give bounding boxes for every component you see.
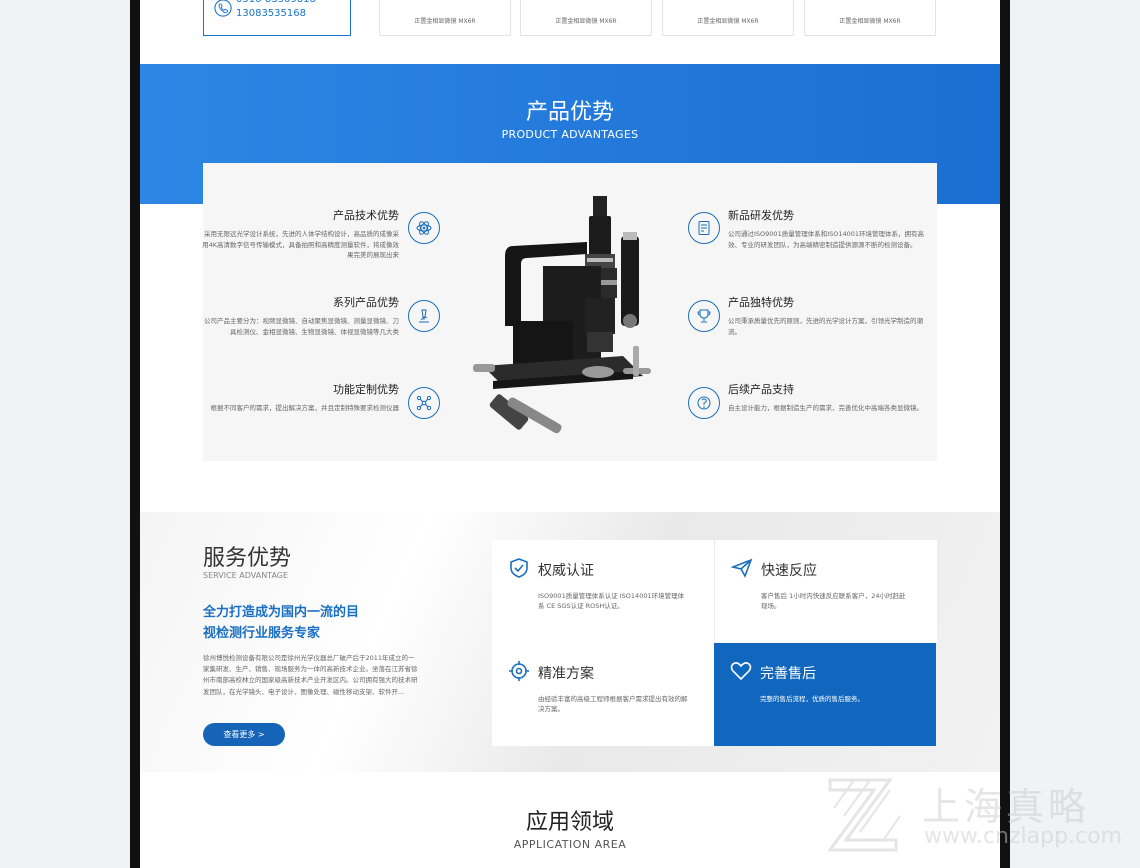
heart-icon [730, 662, 752, 681]
service-title: 服务优势 [203, 546, 292, 571]
product-card[interactable]: 正置金相显微镜 MX6R [520, 0, 652, 36]
advantage-text: 自主设计能力，根据制造生产的需求，完善优化中高端各类显微镜。 [728, 404, 923, 412]
advantage-title: 产品技术优势 [333, 209, 399, 222]
service-card[interactable]: 快速反应 客户售后 1小时内快速反应联系客户，24小时赶赴现场。 [715, 540, 937, 643]
paper-plane-icon [731, 558, 753, 578]
service-card-title: 权威认证 [538, 563, 594, 579]
service-card-text: 完整的售后流程，优质的售后服务。 [760, 695, 864, 703]
page: 0516-83309818 13083535168 正置金相显微镜 MX6R 正… [140, 0, 1000, 868]
product-card[interactable]: 正置金相显微镜 MX6R [662, 0, 794, 36]
advantage-title: 产品独特优势 [728, 296, 794, 309]
microscope-product-image [473, 196, 651, 434]
product-card[interactable]: 正置金相显微镜 MX6R [804, 0, 936, 36]
service-headline-line: 视检测行业服务专家 [203, 626, 321, 641]
product-card-label: 正置金相显微镜 MX6R [697, 18, 759, 25]
microscope-icon [408, 300, 440, 332]
service-card-text: 客户售后 1小时内快速反应联系客户，24小时赶赴现场。 [761, 592, 906, 610]
advantage-item: 功能定制优势 根据不同客户的需求，提出解决方案，并且定制特殊要求检测仪器 [199, 381, 400, 414]
advantage-title: 新品研发优势 [728, 209, 794, 222]
service-card-active[interactable]: 完善售后 完整的售后流程，优质的售后服务。 [714, 643, 936, 746]
phone-icon [214, 0, 232, 17]
watermark: 上海真略 www.cnzlapp.com [826, 776, 1126, 856]
service-headline-line: 全力打造成为国内一流的目 [203, 605, 360, 620]
product-card-label: 正置金相显微镜 MX6R [414, 18, 476, 25]
service-description: 徐州博悦检测设备有限公司是徐州光学仪器总厂破产后于2011年成立的一家集研发、生… [203, 654, 418, 696]
service-card-title: 快速反应 [761, 563, 817, 579]
service-card-title: 精准方案 [538, 666, 594, 682]
network-icon [408, 387, 440, 419]
product-card-label: 正置金相显微镜 MX6R [839, 18, 901, 25]
target-icon [509, 661, 529, 681]
advantage-text: 公司产品主要分为：视频显微镜、自动聚焦显微镜、测量显微镜、刀具检测仪、金相显微镜… [204, 317, 399, 336]
advantage-item: 产品独特优势 公司秉承质量优先的原则，先进的光学设计方案，引领光学制造的潮流。 [728, 294, 928, 337]
advantage-item: 新品研发优势 公司通过ISO9001质量管理体系和ISO14001环境管理体系，… [728, 207, 928, 250]
service-card-text: 由经验丰富的高级工程师根据客户需求提出有效的解决方案。 [538, 695, 688, 713]
advantage-item: 产品技术优势 采用无限远光学设计系统，先进的人体学结构设计，高品质的成像采用4K… [199, 207, 399, 261]
advantage-text: 公司通过ISO9001质量管理体系和ISO14001环境管理体系，拥有高效、专业… [728, 230, 925, 249]
service-subtitle: SERVICE ADVANTAGE [203, 571, 289, 580]
advantage-text: 公司秉承质量优先的原则，先进的光学设计方案，引领光学制造的潮流。 [728, 317, 923, 336]
contact-phones: 0516-83309818 13083535168 [236, 0, 316, 21]
product-card[interactable]: 正置金相显微镜 MX6R [379, 0, 511, 36]
advantage-title: 功能定制优势 [333, 383, 399, 396]
phone-number[interactable]: 0516-83309818 [236, 0, 316, 7]
advantage-text: 采用无限远光学设计系统，先进的人体学结构设计，高品质的成像采用4K高清数字信号传… [202, 230, 399, 259]
advantage-item: 后续产品支持 自主设计能力，根据制造生产的需求，完善优化中高端各类显微镜。 [728, 381, 928, 414]
service-card[interactable]: 精准方案 由经验丰富的高级工程师根据客户需求提出有效的解决方案。 [492, 643, 714, 746]
advantage-title: 系列产品优势 [333, 296, 399, 309]
service-card-text: ISO9001质量管理体系认证 ISO14001环境管理体系 CE SGS认证 … [538, 592, 685, 610]
advantages-title: 产品优势 [525, 100, 614, 125]
document-icon [688, 212, 720, 244]
advantage-item: 系列产品优势 公司产品主要分为：视频显微镜、自动聚焦显微镜、测量显微镜、刀具检测… [199, 294, 399, 337]
watermark-text: 上海真略 [922, 785, 1091, 829]
support-icon [688, 387, 720, 419]
left-border [130, 0, 140, 868]
view-more-button[interactable]: 查看更多 > [203, 723, 285, 746]
watermark-url: www.cnzlapp.com [924, 824, 1123, 849]
trophy-icon [688, 300, 720, 332]
advantage-title: 后续产品支持 [728, 383, 794, 396]
watermark-logo-icon [827, 778, 901, 852]
product-card-label: 正置金相显微镜 MX6R [555, 18, 617, 25]
phone-number[interactable]: 13083535168 [236, 7, 316, 21]
advantage-text: 根据不同客户的需求，提出解决方案，并且定制特殊要求检测仪器 [210, 404, 400, 412]
atom-icon [408, 212, 440, 244]
service-card-title: 完善售后 [760, 666, 816, 682]
shield-check-icon [510, 558, 528, 578]
service-card[interactable]: 权威认证 ISO9001质量管理体系认证 ISO14001环境管理体系 CE S… [492, 540, 714, 643]
advantages-subtitle: PRODUCT ADVANTAGES [501, 128, 639, 141]
contact-box: 0516-83309818 13083535168 [203, 0, 351, 36]
right-border [1000, 0, 1010, 868]
service-headline: 全力打造成为国内一流的目 视检测行业服务专家 [203, 602, 383, 644]
